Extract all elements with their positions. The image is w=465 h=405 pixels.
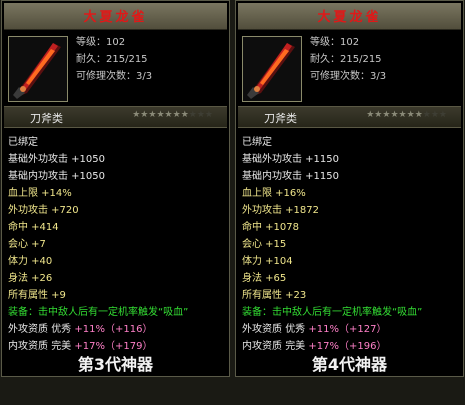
sword-icon bbox=[8, 36, 68, 102]
bonus-stat: 外功攻击 +720 bbox=[8, 205, 79, 216]
item-basic-info: 等级：102 耐久：215/215 可修理次数：3/3 bbox=[76, 34, 152, 85]
bonus-stat: 外功攻击 +1872 bbox=[242, 205, 320, 216]
star-icon: ★ bbox=[172, 110, 181, 120]
item-category: 刀斧类 bbox=[264, 112, 297, 125]
item-level: 等级：102 bbox=[76, 37, 126, 48]
star-rating: ★★★★★★★★★★ bbox=[132, 110, 213, 120]
equip-effect: 装备：击中敌人后有一定机率触发“吸血” bbox=[8, 307, 189, 318]
bonus-stat: 会心 +7 bbox=[8, 239, 46, 250]
aptitude-row: 外攻资质 优秀 +11%（+116） bbox=[8, 321, 229, 338]
star-icon: ★ bbox=[156, 110, 165, 120]
bonus-stat: 身法 +26 bbox=[8, 273, 53, 284]
aptitude-row: 外攻资质 优秀 +11%（+127） bbox=[242, 321, 463, 338]
star-icon: ★ bbox=[422, 110, 431, 120]
generation-caption: 第3代神器 bbox=[77, 355, 154, 374]
star-icon: ★ bbox=[430, 110, 439, 120]
star-icon: ★ bbox=[188, 110, 197, 120]
star-icon: ★ bbox=[438, 110, 447, 120]
star-icon: ★ bbox=[180, 110, 189, 120]
item-durability: 耐久：215/215 bbox=[310, 54, 382, 65]
item-level: 等级：102 bbox=[310, 37, 360, 48]
item-header: 等级：102 耐久：215/215 可修理次数：3/3 bbox=[6, 34, 225, 106]
bonus-stat: 身法 +65 bbox=[242, 273, 287, 284]
item-tooltip-gen4: 大夏龙雀 等级：102 耐久：215/215 可修理次数：3/3 刀斧类 ★★★… bbox=[235, 0, 464, 377]
base-stat: 基础内功攻击 +1050 bbox=[8, 171, 106, 182]
equip-effect: 装备：击中敌人后有一定机率触发“吸血” bbox=[242, 307, 423, 318]
base-stat: 基础内功攻击 +1150 bbox=[242, 171, 340, 182]
base-stat: 基础外功攻击 +1050 bbox=[8, 154, 106, 165]
item-durability: 耐久：215/215 bbox=[76, 54, 148, 65]
bonus-stat: 命中 +414 bbox=[8, 222, 59, 233]
star-icon: ★ bbox=[406, 110, 415, 120]
star-icon: ★ bbox=[164, 110, 173, 120]
aptitude-label: 外攻资质 bbox=[242, 324, 282, 335]
item-tooltip-gen3: 大夏龙雀 等级：102 耐久：215/215 可修理次数：3/3 刀斧类 ★★★… bbox=[1, 0, 230, 377]
item-title: 大夏龙雀 bbox=[83, 10, 148, 25]
aptitude-value: +11%（+116） bbox=[74, 324, 153, 335]
item-repairs: 可修理次数：3/3 bbox=[76, 71, 153, 82]
attribute-list: 已绑定 基础外功攻击 +1050 基础内功攻击 +1050 血上限 +14% 外… bbox=[8, 134, 229, 355]
bound-status: 已绑定 bbox=[8, 137, 38, 148]
star-icon: ★ bbox=[414, 110, 423, 120]
title-bar: 大夏龙雀 bbox=[238, 3, 461, 30]
category-row: 刀斧类 ★★★★★★★★★★ bbox=[238, 106, 461, 128]
item-category: 刀斧类 bbox=[30, 112, 63, 125]
star-rating: ★★★★★★★★★★ bbox=[366, 110, 447, 120]
title-bar: 大夏龙雀 bbox=[4, 3, 227, 30]
bonus-stat: 血上限 +14% bbox=[8, 188, 72, 199]
aptitude-value: +11%（+127） bbox=[308, 324, 387, 335]
item-title: 大夏龙雀 bbox=[317, 10, 382, 25]
aptitude-grade: 优秀 bbox=[51, 324, 72, 335]
star-icon: ★ bbox=[204, 110, 213, 120]
item-basic-info: 等级：102 耐久：215/215 可修理次数：3/3 bbox=[310, 34, 386, 85]
bonus-stat: 所有属性 +9 bbox=[8, 290, 66, 301]
sword-icon bbox=[242, 36, 302, 102]
aptitude-grade: 优秀 bbox=[285, 324, 306, 335]
item-header: 等级：102 耐久：215/215 可修理次数：3/3 bbox=[240, 34, 459, 106]
item-repairs: 可修理次数：3/3 bbox=[310, 71, 387, 82]
generation-caption: 第4代神器 bbox=[311, 355, 388, 374]
star-icon: ★ bbox=[196, 110, 205, 120]
bound-status: 已绑定 bbox=[242, 137, 272, 148]
bonus-stat: 体力 +40 bbox=[8, 256, 53, 267]
bonus-stat: 会心 +15 bbox=[242, 239, 287, 250]
aptitude-label: 外攻资质 bbox=[8, 324, 48, 335]
bonus-stat: 血上限 +16% bbox=[242, 188, 306, 199]
bonus-stat: 体力 +104 bbox=[242, 256, 293, 267]
bonus-stat: 命中 +1078 bbox=[242, 222, 300, 233]
attribute-list: 已绑定 基础外功攻击 +1150 基础内功攻击 +1150 血上限 +16% 外… bbox=[242, 134, 463, 355]
star-icon: ★ bbox=[398, 110, 407, 120]
category-row: 刀斧类 ★★★★★★★★★★ bbox=[4, 106, 227, 128]
base-stat: 基础外功攻击 +1150 bbox=[242, 154, 340, 165]
star-icon: ★ bbox=[390, 110, 399, 120]
bonus-stat: 所有属性 +23 bbox=[242, 290, 307, 301]
